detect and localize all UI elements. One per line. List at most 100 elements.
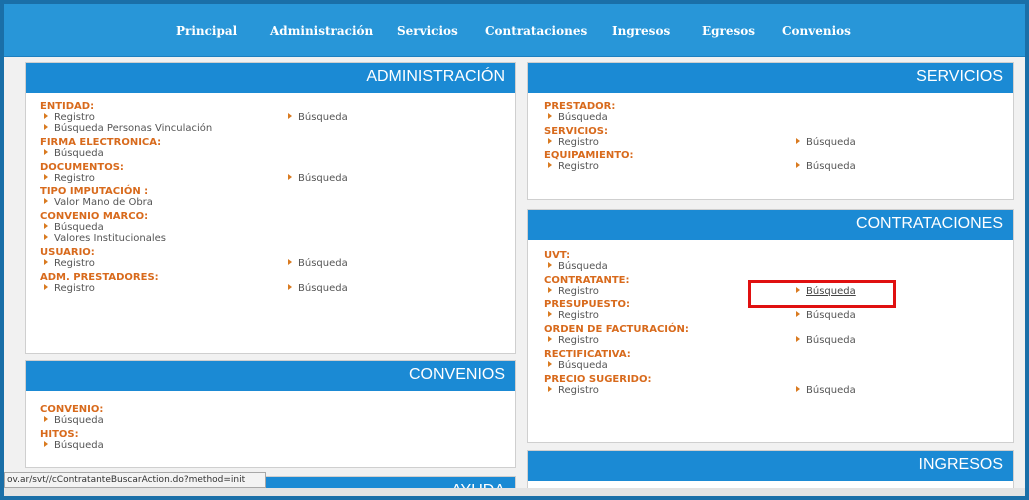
section-label: FIRMA ELECTRONICA: — [40, 136, 162, 148]
link-text: Búsqueda — [558, 359, 608, 371]
arrow-right-icon — [44, 148, 48, 155]
nav-item-0[interactable]: Principal — [176, 24, 237, 38]
arrow-right-icon — [548, 360, 552, 367]
arrow-right-icon — [288, 283, 292, 290]
link-text: Búsqueda — [806, 161, 856, 173]
link-busqueda[interactable]: Búsqueda — [796, 310, 856, 321]
nav-item-3[interactable]: Contrataciones — [485, 24, 587, 38]
taskbar-strip — [4, 488, 1025, 496]
link-primary[interactable]: Búsqueda — [548, 112, 608, 123]
link-text: Registro — [54, 112, 95, 123]
link-busqueda[interactable]: Búsqueda — [288, 283, 348, 294]
arrow-right-icon — [548, 385, 552, 392]
status-bar-url: ov.ar/svt//cContratanteBuscarAction.do?m… — [4, 472, 266, 488]
section-label: ADM. PRESTADORES: — [40, 271, 159, 283]
panel-contrataciones: CONTRATACIONES UVT: Búsqueda CONTRATANTE: R… — [527, 209, 1014, 443]
link-primary[interactable]: Registro — [44, 283, 95, 294]
arrow-right-icon — [796, 385, 800, 392]
section-label: SERVICIOS: — [544, 125, 608, 137]
arrow-right-icon — [44, 113, 48, 119]
panel-servicios: SERVICIOS PRESTADOR: Búsqueda SERVICIOS: Re… — [527, 62, 1014, 200]
link-text: Búsqueda — [298, 112, 348, 123]
link-primary[interactable]: Registro — [548, 385, 599, 396]
link-text: Búsqueda — [54, 222, 104, 233]
top-navigation: Principal Administración Servicios Contrata… — [4, 4, 1025, 57]
highlight-box — [748, 280, 896, 308]
section-label: HITOS: — [40, 428, 79, 440]
link-primary[interactable]: Búsqueda — [44, 440, 104, 451]
arrow-right-icon — [796, 162, 800, 169]
link-primary[interactable]: Registro — [548, 286, 599, 297]
link-primary[interactable]: Registro — [44, 258, 95, 269]
link-primary[interactable]: Registro — [548, 310, 599, 321]
section-label: DOCUMENTOS: — [40, 161, 124, 173]
panel-title: CONVENIOS — [408, 366, 505, 383]
panel-header: SERVICIOS — [528, 63, 1013, 93]
arrow-right-icon — [288, 173, 292, 180]
link-text: Registro — [54, 257, 95, 269]
link-primary[interactable]: Búsqueda — [44, 148, 104, 159]
link-text: Registro — [558, 285, 599, 297]
nav-item-5[interactable]: Egresos — [702, 24, 755, 38]
arrow-right-icon — [44, 258, 48, 265]
panel-title: SERVICIOS — [916, 68, 1003, 85]
link-primary[interactable]: Registro — [44, 112, 95, 123]
link-primary[interactable]: Registro — [548, 161, 599, 172]
link-text: Registro — [558, 384, 599, 396]
arrow-right-icon — [44, 173, 48, 180]
nav-item-6[interactable]: Convenios — [782, 24, 851, 38]
link-text: Valor Mano de Obra — [54, 197, 153, 209]
link-busqueda[interactable]: Búsqueda — [796, 385, 856, 396]
section-label: ENTIDAD: — [40, 101, 95, 112]
arrow-right-icon — [44, 283, 48, 290]
link-text: Búsqueda — [54, 147, 104, 159]
link-busqueda[interactable]: Búsqueda — [288, 173, 348, 184]
link-primary[interactable]: Registro — [548, 137, 599, 148]
link-busqueda[interactable]: Búsqueda — [796, 137, 856, 148]
link-busqueda[interactable]: Búsqueda — [288, 112, 348, 123]
arrow-right-icon — [44, 198, 48, 205]
panel-convenios: CONVENIOS CONVENIO: Búsqueda HITOS: Búsqued… — [25, 360, 516, 468]
link-busqueda[interactable]: Búsqueda — [288, 258, 348, 269]
panel-administracion: ADMINISTRACIÓN ENTIDAD: Registro Búsqueda B… — [25, 62, 516, 354]
section-label: ORDEN DE FACTURACIÓN: — [544, 324, 689, 336]
arrow-right-icon — [548, 162, 552, 169]
link-busqueda[interactable]: Búsqueda — [796, 335, 856, 346]
arrow-right-icon — [44, 124, 48, 131]
link-primary[interactable]: Registro — [548, 335, 599, 346]
arrow-right-icon — [796, 137, 800, 144]
arrow-right-icon — [796, 311, 800, 318]
link-primary[interactable]: Búsqueda — [548, 261, 608, 272]
link-text: Búsqueda — [806, 335, 856, 347]
link-text: Búsqueda — [298, 282, 348, 294]
arrow-right-icon — [548, 336, 552, 343]
link-text: Registro — [558, 136, 599, 148]
arrow-right-icon — [796, 336, 800, 343]
nav-item-1[interactable]: Administración — [270, 24, 373, 38]
arrow-right-icon — [288, 113, 292, 119]
link-primary[interactable]: Valores Institucionales — [44, 233, 166, 244]
link-text: Búsqueda — [806, 310, 856, 322]
link-text: Registro — [558, 161, 599, 173]
link-primary[interactable]: Valor Mano de Obra — [44, 197, 153, 208]
section-label: RECTIFICATIVA: — [544, 348, 631, 360]
arrow-right-icon — [548, 113, 552, 119]
nav-item-2[interactable]: Servicios — [397, 24, 458, 38]
arrow-right-icon — [288, 258, 292, 265]
panel-header: CONVENIOS — [26, 361, 515, 391]
nav-item-4[interactable]: Ingresos — [612, 24, 670, 38]
link-primary[interactable]: Búsqueda — [44, 222, 104, 233]
arrow-right-icon — [548, 286, 552, 293]
link-primary[interactable]: Búsqueda — [548, 360, 608, 371]
link-primary[interactable]: Búsqueda — [44, 415, 104, 426]
link-primary[interactable]: Registro — [44, 173, 95, 184]
link-text: Búsqueda — [54, 439, 104, 451]
section-label: UVT: — [544, 250, 571, 261]
link-text: Búsqueda — [298, 257, 348, 269]
link-text: Registro — [54, 282, 95, 294]
link-primary[interactable]: Búsqueda Personas Vinculación — [44, 123, 212, 134]
arrow-right-icon — [44, 416, 48, 422]
panel-header: ADMINISTRACIÓN — [26, 63, 515, 93]
link-text: Búsqueda — [54, 415, 104, 426]
link-busqueda[interactable]: Búsqueda — [796, 161, 856, 172]
